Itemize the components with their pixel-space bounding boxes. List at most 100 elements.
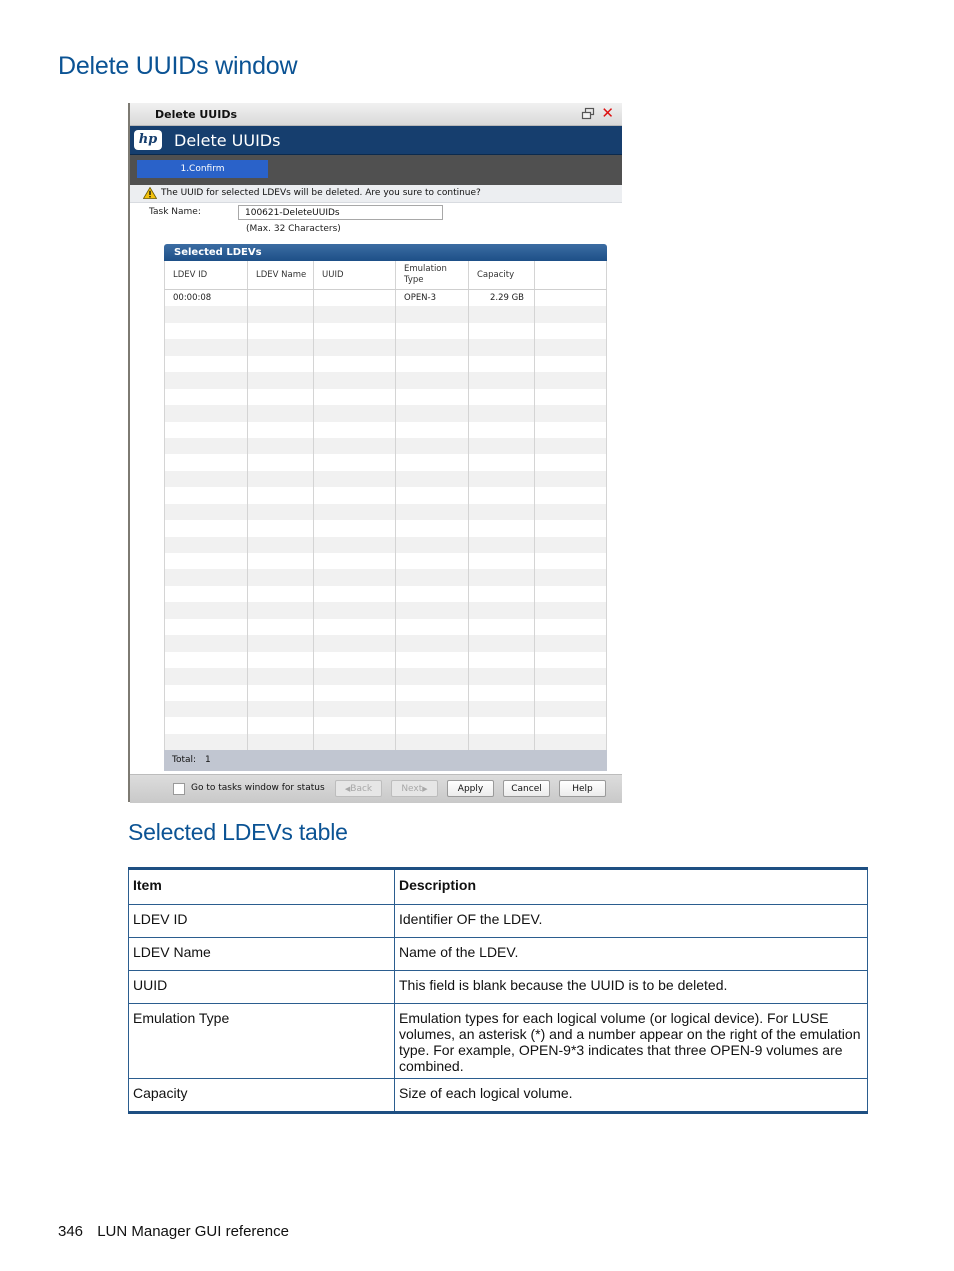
empty-cell: [535, 438, 606, 454]
item-cell: Capacity: [128, 1078, 395, 1113]
empty-cell: [469, 602, 535, 619]
wizard-step-bar: 1.Confirm: [130, 155, 622, 185]
empty-cell: [535, 602, 606, 618]
table-row[interactable]: 00:00:08 OPEN-3 2.29 GB: [165, 290, 606, 307]
empty-cell: [469, 553, 535, 570]
empty-cell: [165, 520, 248, 537]
empty-cell: [396, 618, 469, 636]
empty-cell: [535, 734, 606, 750]
empty-cell: [314, 470, 396, 488]
description-cell: Name of the LDEV.: [394, 937, 868, 971]
column-header-capacity[interactable]: Capacity: [469, 261, 535, 289]
empty-cell: [396, 553, 469, 570]
restore-window-icon[interactable]: [581, 107, 595, 121]
empty-cell: [314, 635, 396, 652]
empty-cell: [165, 470, 248, 488]
empty-cell: [469, 437, 535, 455]
cell-uuid: [314, 290, 396, 307]
column-header-emulation-type[interactable]: Emulation Type: [396, 261, 469, 289]
warning-icon: [143, 187, 157, 199]
column-header-uuid[interactable]: UUID: [314, 261, 396, 289]
next-button[interactable]: Next▶: [391, 780, 438, 797]
empty-cell: [165, 618, 248, 636]
grid-title: Selected LDEVs: [164, 244, 607, 261]
empty-cell: [469, 635, 535, 652]
help-button[interactable]: Help: [559, 780, 606, 797]
empty-cell: [396, 585, 469, 603]
empty-cell: [396, 668, 469, 685]
empty-cell: [248, 339, 314, 356]
go-to-tasks-checkbox[interactable]: [173, 783, 185, 795]
back-button[interactable]: ◀Back: [335, 780, 382, 797]
next-arrow-icon: ▶: [422, 785, 428, 793]
empty-cell: [396, 651, 469, 669]
empty-table-row: [165, 635, 606, 652]
footer-text: LUN Manager GUI reference: [97, 1223, 289, 1240]
empty-cell: [535, 537, 606, 553]
empty-cell: [469, 668, 535, 685]
item-cell: UUID: [128, 970, 395, 1004]
selected-ldevs-grid: Selected LDEVs LDEV ID LDEV Name UUID Em…: [164, 244, 607, 772]
empty-cell: [165, 388, 248, 406]
subsection-title: Selected LDEVs table: [128, 819, 348, 845]
empty-cell: [165, 585, 248, 603]
empty-cell: [165, 569, 248, 586]
empty-cell: [396, 405, 469, 422]
empty-cell: [165, 602, 248, 619]
empty-cell: [314, 355, 396, 373]
close-window-icon[interactable]: ✕: [601, 105, 614, 121]
empty-table-row: [165, 668, 606, 685]
empty-cell: [165, 635, 248, 652]
empty-cell: [535, 323, 606, 339]
empty-table-row: [165, 651, 606, 669]
delete-uuids-window-screenshot: Delete UUIDs ✕ hp Delete UUIDs 1.Confirm…: [128, 103, 622, 803]
empty-cell: [535, 586, 606, 602]
window-title-bar: Delete UUIDs ✕: [130, 103, 622, 126]
empty-cell: [248, 668, 314, 685]
empty-table-row: [165, 487, 606, 504]
empty-cell: [469, 618, 535, 636]
empty-cell: [314, 520, 396, 537]
banner-title: Delete UUIDs: [174, 131, 281, 150]
column-header-ldev-name[interactable]: LDEV Name: [248, 261, 314, 289]
empty-cell: [535, 454, 606, 470]
hp-logo-icon: hp: [134, 130, 162, 150]
table-row: Emulation Type Emulation types for each …: [128, 1003, 868, 1079]
empty-cell: [165, 553, 248, 570]
empty-cell: [248, 602, 314, 619]
empty-cell: [396, 437, 469, 455]
empty-table-row: [165, 684, 606, 701]
empty-table-row: [165, 470, 606, 488]
task-name-input[interactable]: 100621-DeleteUUIDs: [238, 205, 443, 220]
empty-table-row: [165, 602, 606, 619]
warning-message-bar: The UUID for selected LDEVs will be dele…: [130, 185, 622, 203]
empty-cell: [535, 504, 606, 520]
empty-table-row: [165, 405, 606, 422]
empty-cell: [396, 470, 469, 488]
grid-column-headers: LDEV ID LDEV Name UUID Emulation Type Ca…: [164, 261, 607, 290]
empty-cell: [469, 454, 535, 471]
empty-table-row: [165, 585, 606, 603]
empty-cell: [396, 372, 469, 389]
empty-cell: [396, 520, 469, 537]
table-row: LDEV Name Name of the LDEV.: [128, 937, 868, 971]
column-header-blank: [535, 261, 606, 289]
empty-cell: [248, 635, 314, 652]
column-header-ldev-id[interactable]: LDEV ID: [165, 261, 248, 289]
empty-cell: [535, 339, 606, 355]
empty-table-row: [165, 536, 606, 553]
empty-cell: [396, 733, 469, 751]
empty-table-row: [165, 322, 606, 340]
cancel-button[interactable]: Cancel: [503, 780, 550, 797]
empty-cell: [469, 487, 535, 504]
empty-cell: [248, 421, 314, 438]
empty-cell: [535, 701, 606, 717]
empty-cell: [248, 618, 314, 636]
go-to-tasks-label[interactable]: Go to tasks window for status: [191, 783, 325, 793]
empty-cell: [396, 355, 469, 373]
task-name-hint: (Max. 32 Characters): [246, 224, 341, 234]
empty-cell: [535, 717, 606, 733]
apply-button[interactable]: Apply: [447, 780, 494, 797]
window-footer: Go to tasks window for status ◀Back Next…: [130, 774, 622, 803]
empty-cell: [248, 733, 314, 751]
